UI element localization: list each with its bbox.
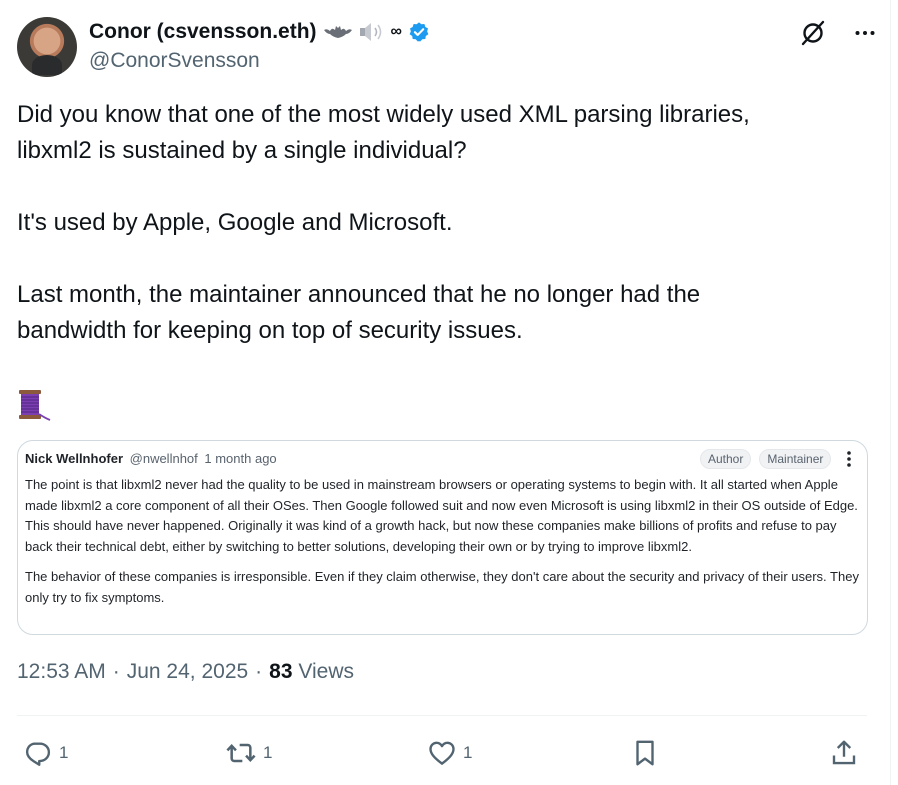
verified-badge-icon[interactable] xyxy=(408,21,430,43)
share-icon xyxy=(832,740,856,765)
author-name-row: Conor (csvensson.eth) ∞ xyxy=(89,18,430,46)
spool-of-thread-emoji-icon xyxy=(19,390,51,421)
embedded-comment-image[interactable]: Nick Wellnhofer @nwellnhof 1 month ago A… xyxy=(17,440,868,635)
views-label: Views xyxy=(298,660,355,683)
tweet-top-actions xyxy=(797,17,881,49)
like-button[interactable]: 1 xyxy=(427,733,472,773)
speaker-emoji-icon xyxy=(359,23,381,41)
like-icon xyxy=(429,741,455,765)
share-button[interactable] xyxy=(829,733,859,773)
infinity-emoji: ∞ xyxy=(390,23,402,40)
bookmark-button[interactable] xyxy=(630,733,660,773)
avatar[interactable] xyxy=(17,17,77,77)
author-badge: Author xyxy=(700,449,752,469)
meta-separator: · xyxy=(112,660,120,683)
repost-button[interactable]: 1 xyxy=(225,733,272,773)
reply-count: 1 xyxy=(59,743,69,762)
tweet-text: Did you know that one of the most widely… xyxy=(17,101,750,344)
meta-separator: · xyxy=(255,660,263,683)
views-count: 83 xyxy=(269,660,293,683)
tweet-metadata: 12:53 AM · Jun 24, 2025 · 83 Views xyxy=(17,660,354,684)
author-display-name[interactable]: Conor (csvensson.eth) xyxy=(89,20,317,44)
tweet-time[interactable]: 12:53 AM xyxy=(17,660,106,684)
grok-icon xyxy=(801,20,825,46)
comment-handle: @nwellnhof xyxy=(129,451,198,466)
comment-body: The point is that libxml2 never had the … xyxy=(25,475,861,618)
reply-button[interactable]: 1 xyxy=(23,733,68,773)
repost-icon xyxy=(226,743,256,763)
comment-header: Nick Wellnhofer @nwellnhof 1 month ago xyxy=(25,451,277,466)
kebab-icon xyxy=(847,451,851,467)
divider xyxy=(17,715,867,716)
bat-emoji-icon xyxy=(323,26,352,38)
bookmark-icon xyxy=(636,740,654,766)
reply-icon xyxy=(25,742,51,766)
maintainer-badge: Maintainer xyxy=(759,449,832,469)
comment-author: Nick Wellnhofer xyxy=(25,451,124,466)
comment-more-button xyxy=(842,449,856,469)
comment-paragraph: The behavior of these companies is irres… xyxy=(25,569,859,605)
author-handle[interactable]: @ConorSvensson xyxy=(89,49,260,73)
more-button[interactable] xyxy=(849,17,881,49)
comment-time: 1 month ago xyxy=(204,451,277,466)
tweet-date[interactable]: Jun 24, 2025 xyxy=(127,660,248,684)
column-border xyxy=(890,0,891,785)
comment-paragraph: The point is that libxml2 never had the … xyxy=(25,477,858,554)
repost-count: 1 xyxy=(263,743,273,762)
grok-button[interactable] xyxy=(797,17,829,49)
like-count: 1 xyxy=(463,743,473,762)
tweet-action-bar: 1 1 1 xyxy=(17,733,867,773)
more-icon xyxy=(855,31,875,35)
comment-badges: Author Maintainer xyxy=(700,449,832,469)
